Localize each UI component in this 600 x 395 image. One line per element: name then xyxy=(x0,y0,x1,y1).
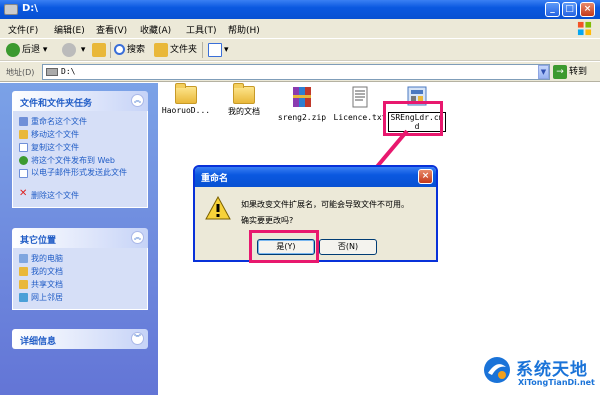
explorer-window: D:\ _ □ × 文件(F) 编辑(E) 查看(V) 收藏(A) 工具(T) … xyxy=(0,0,600,395)
watermark: 系统天地 XiTongTianDi.net xyxy=(478,353,600,395)
watermark-title: 系统天地 xyxy=(516,360,588,380)
watermark-url: XiTongTianDi.net xyxy=(518,378,595,387)
no-button[interactable]: 否(N) xyxy=(319,239,377,255)
dialog-title: 重命名 xyxy=(201,174,229,184)
dialog-question: 确实要更改吗? xyxy=(241,216,294,225)
warning-icon xyxy=(205,196,231,220)
site-logo-icon xyxy=(484,357,510,383)
dialog-message: 如果改变文件扩展名，可能会导致文件不可用。 xyxy=(241,200,409,209)
dialog-close-button[interactable]: × xyxy=(418,169,433,184)
yes-button-highlight-box xyxy=(249,230,319,263)
dialog-title-bar[interactable]: 重命名 × xyxy=(195,167,436,187)
filename-highlight-box xyxy=(383,101,443,136)
